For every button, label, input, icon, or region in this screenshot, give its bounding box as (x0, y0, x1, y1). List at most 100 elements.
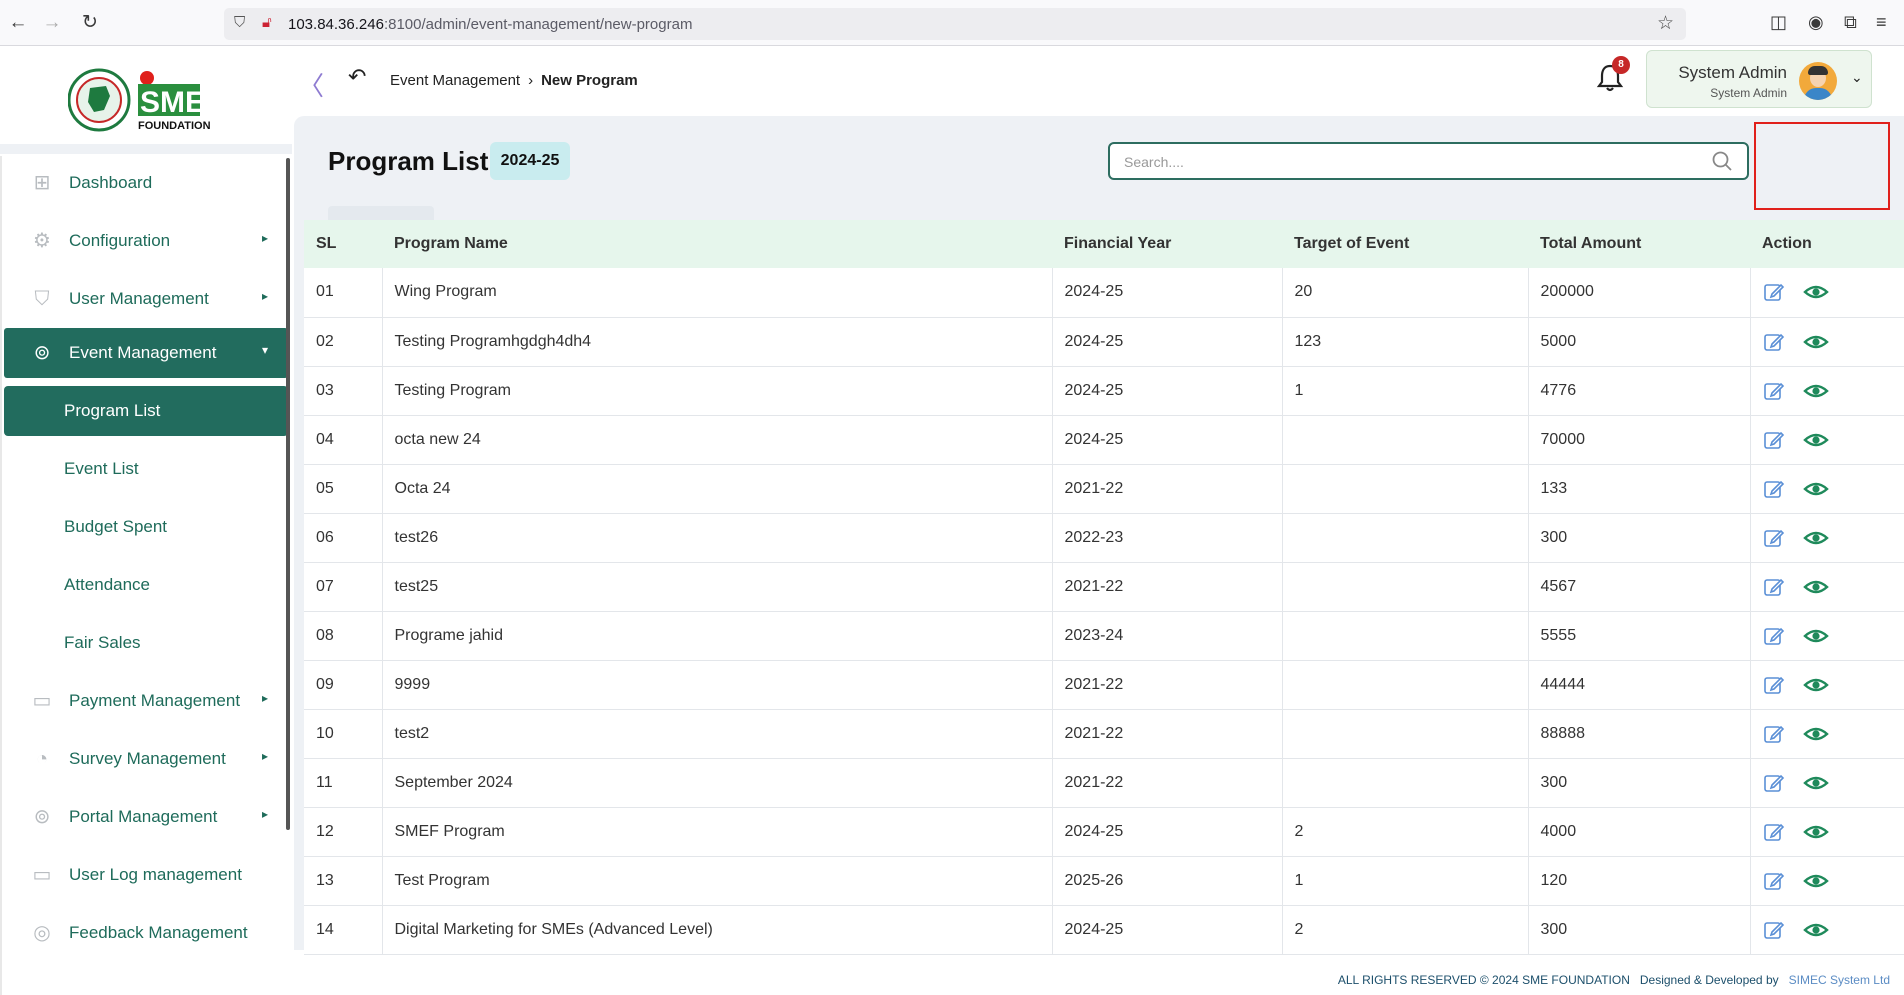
eye-icon[interactable] (1802, 281, 1829, 303)
eye-icon[interactable] (1802, 821, 1829, 843)
bookmark-star-icon[interactable]: ☆ (1657, 12, 1674, 35)
sidebar-scrollbar[interactable] (286, 158, 290, 830)
svg-text:SME: SME (140, 86, 205, 119)
page-title: Program List (328, 146, 489, 176)
sidebar-subitem-fair-sales[interactable]: Fair Sales (4, 618, 288, 668)
insecure-lock-icon[interactable]: 🔓︎ (262, 14, 272, 31)
eye-icon[interactable] (1802, 380, 1829, 402)
sidebar-subitem-budget-spent[interactable]: Budget Spent (4, 502, 288, 552)
search-icon[interactable] (1711, 150, 1733, 172)
cell-program-name: Testing Program (382, 366, 1053, 416)
eye-icon[interactable] (1802, 772, 1829, 794)
sidebar-item-label: Survey Management (69, 749, 226, 768)
cell-financial-year: 2024-25 (1052, 317, 1283, 367)
edit-icon[interactable] (1763, 429, 1785, 451)
address-bar[interactable]: ⛉ 🔓︎ 103.84.36.246:8100/admin/event-mana… (224, 8, 1686, 40)
svg-text:FOUNDATION: FOUNDATION (138, 120, 211, 132)
edit-icon[interactable] (1763, 625, 1785, 647)
shield-icon: ⛉ (34, 288, 50, 310)
eye-icon[interactable] (1802, 674, 1829, 696)
edit-icon[interactable] (1763, 281, 1785, 303)
sidebar-collapse-icon[interactable]: 〈 (298, 66, 324, 103)
account-icon[interactable]: ◉ (1808, 12, 1824, 33)
breadcrumb-parent[interactable]: Event Management (390, 72, 520, 89)
sidebar-item-user-management[interactable]: ⛉ User Management ▸ (4, 274, 288, 324)
reload-icon[interactable]: ↻ (78, 11, 102, 35)
eye-icon[interactable] (1802, 478, 1829, 500)
footer-company-link[interactable]: SIMEC System Ltd (1789, 973, 1890, 987)
edit-icon[interactable] (1763, 919, 1785, 941)
eye-icon[interactable] (1802, 870, 1829, 892)
edit-icon[interactable] (1763, 478, 1785, 500)
eye-icon[interactable] (1802, 576, 1829, 598)
eye-icon[interactable] (1802, 527, 1829, 549)
cell-target (1282, 660, 1529, 710)
pocket-icon[interactable]: ◫ (1770, 12, 1787, 33)
sidebar-subitem-program-list[interactable]: Program List (4, 386, 288, 436)
table-body: 01 Wing Program 2024-25 20 200000 02 Testing P… (304, 268, 1904, 955)
footer: ALL RIGHTS RESERVED © 2024 SME FOUNDATIO… (294, 964, 1904, 995)
eye-icon[interactable] (1802, 723, 1829, 745)
cell-sl: 01 (304, 268, 383, 318)
cell-sl: 13 (304, 856, 383, 906)
url-text[interactable]: 103.84.36.246:8100/admin/event-managemen… (288, 16, 692, 33)
cell-total-amount: 4776 (1528, 366, 1751, 416)
eye-icon[interactable] (1802, 919, 1829, 941)
column-header-sl: SL (304, 220, 382, 268)
edit-icon[interactable] (1763, 870, 1785, 892)
edit-icon[interactable] (1763, 576, 1785, 598)
user-menu[interactable]: System Admin System Admin ⌄ (1646, 50, 1872, 108)
sidebar-subitem-attendance[interactable]: Attendance (4, 560, 288, 610)
cell-target: 1 (1282, 856, 1529, 906)
edit-icon[interactable] (1763, 331, 1785, 353)
forward-arrow-icon[interactable]: → (40, 11, 64, 35)
table-row: 13 Test Program 2025-26 1 120 (304, 856, 1904, 906)
table-row: 12 SMEF Program 2024-25 2 4000 (304, 807, 1904, 857)
edit-icon[interactable] (1763, 772, 1785, 794)
footer-designed: Designed & Developed by (1639, 973, 1779, 987)
user-name: System Admin (1678, 63, 1787, 82)
sidebar-subitem-event-list[interactable]: Event List (4, 444, 288, 494)
extensions-icon[interactable]: ⧉ (1844, 12, 1857, 33)
sidebar-item-label: User Log management (69, 865, 242, 884)
cell-total-amount: 44444 (1528, 660, 1751, 710)
edit-icon[interactable] (1763, 674, 1785, 696)
cell-sl: 07 (304, 562, 383, 612)
edit-icon[interactable] (1763, 723, 1785, 745)
cell-program-name: Programe jahid (382, 611, 1053, 661)
sidebar-item-payment-management[interactable]: ▭ Payment Management ▸ (4, 676, 288, 726)
edit-icon[interactable] (1763, 380, 1785, 402)
table-row: 08 Programe jahid 2023-24 5555 (304, 611, 1904, 661)
sidebar-item-portal-management[interactable]: ⊚ Portal Management ▸ (4, 792, 288, 842)
sidebar-item-feedback-management[interactable]: ◎ Feedback Management (4, 908, 288, 958)
cell-total-amount: 4567 (1528, 562, 1751, 612)
edit-icon[interactable] (1763, 821, 1785, 843)
table-row: 03 Testing Program 2024-25 1 4776 (304, 366, 1904, 416)
sidebar-item-user-log-management[interactable]: ▭ User Log management (4, 850, 288, 900)
search-box (1108, 142, 1749, 180)
sidebar-item-dashboard[interactable]: ⊞ Dashboard (4, 158, 288, 208)
cell-target (1282, 415, 1529, 465)
eye-icon[interactable] (1802, 429, 1829, 451)
back-arrow-icon[interactable]: ← (6, 11, 30, 35)
chevron-right-icon: ▸ (262, 289, 269, 303)
sme-foundation-logo[interactable]: SME FOUNDATION (67, 66, 228, 134)
cell-sl: 11 (304, 758, 383, 808)
search-input[interactable] (1124, 152, 1684, 172)
cell-sl: 06 (304, 513, 383, 563)
shield-icon[interactable]: ⛉ (234, 14, 245, 31)
edit-icon[interactable] (1763, 527, 1785, 549)
cell-program-name: test25 (382, 562, 1053, 612)
cell-program-name: SMEF Program (382, 807, 1053, 857)
sidebar-item-event-management[interactable]: ⊚ Event Management ▾ (4, 328, 288, 378)
back-icon[interactable]: ↶ (348, 64, 366, 90)
sidebar-item-survey-management[interactable]: ◔ Survey Management ▸ (4, 734, 288, 784)
eye-icon[interactable] (1802, 625, 1829, 647)
cell-financial-year: 2021-22 (1052, 758, 1283, 808)
sidebar-item-configuration[interactable]: ⚙︎ Configuration ▸ (4, 216, 288, 266)
cell-target (1282, 513, 1529, 563)
cell-action (1750, 464, 1904, 514)
menu-icon[interactable]: ≡ (1876, 12, 1887, 33)
cell-sl: 12 (304, 807, 383, 857)
eye-icon[interactable] (1802, 331, 1829, 353)
